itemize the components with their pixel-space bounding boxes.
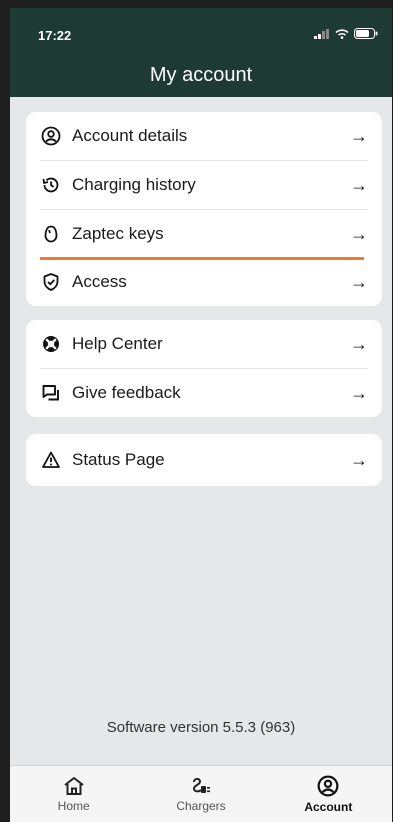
- header: 17:22 My account: [10, 8, 392, 97]
- page-title: My account: [149, 64, 253, 86]
- history-icon: [40, 174, 62, 196]
- status-time: 17:22: [38, 28, 72, 43]
- menu-item-charging-history[interactable]: Charging history →: [40, 161, 368, 210]
- warning-icon: [40, 449, 62, 471]
- menu-item-account-details[interactable]: Account details →: [40, 112, 368, 161]
- tab-label: Account: [304, 799, 353, 814]
- tab-chargers[interactable]: Chargers: [137, 766, 264, 822]
- home-icon: [63, 776, 85, 796]
- app-screen: 17:22 My account Account details → Charg…: [10, 8, 392, 822]
- menu-item-label: Give feedback: [72, 383, 181, 402]
- user-circle-icon: [40, 125, 62, 147]
- user-circle-icon: [317, 775, 339, 797]
- tab-home[interactable]: Home: [10, 766, 137, 822]
- tab-label: Chargers: [176, 798, 226, 813]
- arrow-right-icon: →: [350, 125, 368, 146]
- arrow-right-icon: →: [350, 271, 368, 292]
- arrow-right-icon: →: [350, 382, 368, 403]
- arrow-right-icon: →: [350, 174, 368, 195]
- menu-item-label: Status Page: [72, 450, 165, 469]
- status-menu-card: Status Page →: [26, 434, 382, 486]
- software-version: Software version 5.5.3 (963): [106, 719, 296, 736]
- key-icon: [40, 223, 62, 245]
- battery-icon: [354, 28, 378, 39]
- arrow-right-icon: →: [350, 333, 368, 354]
- charger-icon: [190, 776, 212, 796]
- menu-item-label: Charging history: [72, 175, 196, 194]
- tab-bar: Home Chargers Account: [10, 765, 392, 822]
- arrow-right-icon: →: [350, 223, 368, 244]
- feedback-icon: [40, 382, 62, 404]
- support-menu-card: Help Center → Give feedback →: [26, 320, 382, 417]
- menu-item-help-center[interactable]: Help Center →: [40, 320, 368, 369]
- menu-item-label: Help Center: [72, 334, 163, 353]
- menu-item-label: Account details: [72, 126, 188, 145]
- menu-item-access[interactable]: Access →: [40, 258, 368, 306]
- signal-icon: [314, 28, 330, 39]
- arrow-right-icon: →: [350, 449, 368, 470]
- menu-item-zaptec-keys[interactable]: Zaptec keys →: [40, 210, 368, 260]
- account-menu-card: Account details → Charging history → Zap…: [26, 112, 382, 306]
- menu-item-label: Access: [72, 272, 127, 291]
- tab-account[interactable]: Account: [265, 766, 392, 822]
- menu-item-status-page[interactable]: Status Page →: [40, 434, 368, 486]
- menu-item-give-feedback[interactable]: Give feedback →: [40, 369, 368, 417]
- tab-label: Home: [57, 798, 90, 813]
- shield-check-icon: [40, 271, 62, 293]
- status-icons: [314, 28, 378, 39]
- lifebuoy-icon: [40, 333, 62, 355]
- menu-item-label: Zaptec keys: [72, 224, 164, 243]
- wifi-icon: [335, 28, 349, 39]
